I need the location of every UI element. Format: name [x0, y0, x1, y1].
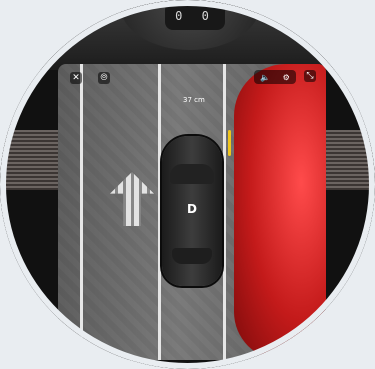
camera-circle-frame: 0 0 37 cm D ✕ ⦾ 🔈 ⚙ ⤡: [0, 0, 375, 369]
frame-border: [0, 0, 375, 369]
